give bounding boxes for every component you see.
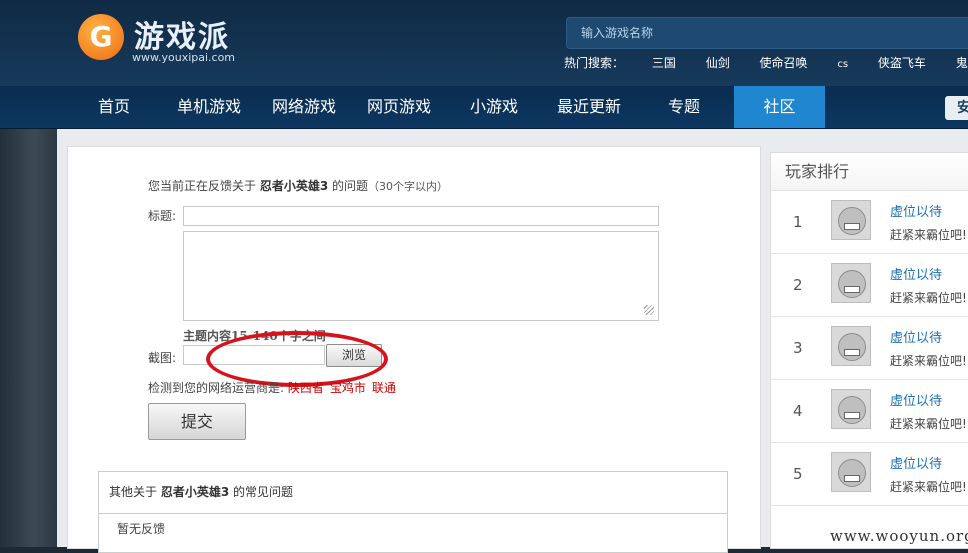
rank-player-link[interactable]: 虚位以待	[890, 201, 942, 220]
isp-city: 宝鸡市	[329, 381, 366, 395]
hot-search-link[interactable]: 侠盗飞车	[878, 56, 926, 70]
rank-desc: 赶紧来霸位吧!	[890, 417, 967, 431]
resize-grip-icon[interactable]	[644, 305, 654, 315]
intro-prefix: 您当前正在反馈关于	[148, 179, 257, 193]
faq-suffix: 的常见问题	[233, 485, 294, 499]
rank-desc: 赶紧来霸位吧!	[890, 228, 967, 242]
faq-empty-text: 暂无反馈	[117, 522, 166, 536]
avatar[interactable]	[831, 200, 871, 240]
faq-box: 其他关于 忍者小英雄3 的常见问题 暂无反馈	[98, 471, 728, 553]
isp-carrier: 联通	[371, 381, 396, 395]
intro-suffix: 的问题	[332, 179, 369, 193]
isp-label: 检测到您的网络运营商是:	[148, 381, 285, 395]
page-background-left	[0, 129, 57, 547]
nav-right-button[interactable]: 安	[945, 96, 968, 120]
submit-button[interactable]: 提交	[148, 403, 246, 440]
game-name: 忍者小英雄3	[259, 179, 329, 193]
feedback-intro: 您当前正在反馈关于 忍者小英雄3 的问题（30个字以内）	[148, 177, 448, 194]
nav-single-games[interactable]: 单机游戏	[168, 86, 250, 128]
isp-province: 陕西省	[287, 381, 324, 395]
logo-icon[interactable]	[78, 14, 124, 60]
rank-player-link[interactable]: 虚位以待	[890, 264, 942, 283]
intro-limit: （30个字以内）	[368, 180, 449, 193]
hot-search: 热门搜索： 三国 仙剑 使命召唤 cs 侠盗飞车 鬼泣	[564, 54, 968, 71]
rank-player-link[interactable]: 虚位以待	[890, 453, 942, 472]
rank-number: 5	[793, 465, 803, 483]
nav-mini-games[interactable]: 小游戏	[458, 86, 530, 128]
watermark: www.wooyun.org	[830, 527, 968, 545]
main-nav: 首页 单机游戏 网络游戏 网页游戏 小游戏 最近更新 专题 社区	[0, 86, 968, 129]
hot-search-link[interactable]: 仙剑	[706, 56, 730, 70]
rank-row: 5 虚位以待 赶紧来霸位吧!	[771, 443, 968, 506]
hot-search-link[interactable]: 使命召唤	[760, 56, 808, 70]
rank-player-link[interactable]: 虚位以待	[890, 390, 942, 409]
nav-web-games[interactable]: 网页游戏	[358, 86, 440, 128]
avatar[interactable]	[831, 326, 871, 366]
rank-row: 3 虚位以待 赶紧来霸位吧!	[771, 317, 968, 380]
hot-search-link[interactable]: 三国	[652, 56, 676, 70]
nav-online-games[interactable]: 网络游戏	[262, 86, 346, 128]
isp-info: 检测到您的网络运营商是: 陕西省 宝鸡市 联通	[148, 379, 402, 396]
search-box	[566, 17, 968, 49]
logo-name[interactable]: 游戏派	[134, 12, 230, 56]
logo-url: www.youxipai.com	[132, 51, 236, 64]
rank-number: 4	[793, 402, 803, 420]
faq-game-name: 忍者小英雄3	[160, 485, 230, 499]
faq-header: 其他关于 忍者小英雄3 的常见问题	[99, 472, 727, 514]
hot-search-link[interactable]: 鬼泣	[956, 56, 968, 70]
site-header: 游戏派 www.youxipai.com 热门搜索： 三国 仙剑 使命召唤 cs…	[0, 0, 968, 86]
ranking-title: 玩家排行	[771, 153, 968, 191]
nav-recent-updates[interactable]: 最近更新	[546, 86, 632, 128]
avatar[interactable]	[831, 263, 871, 303]
avatar[interactable]	[831, 389, 871, 429]
hot-search-link[interactable]: cs	[837, 59, 848, 70]
rank-player-link[interactable]: 虚位以待	[890, 327, 942, 346]
rank-number: 3	[793, 339, 803, 357]
hot-search-label: 热门搜索：	[564, 56, 625, 70]
nav-community[interactable]: 社区	[734, 86, 825, 128]
rank-row: 1 虚位以待 赶紧来霸位吧!	[771, 191, 968, 254]
rank-desc: 赶紧来霸位吧!	[890, 480, 967, 494]
nav-home[interactable]: 首页	[78, 86, 150, 128]
rank-desc: 赶紧来霸位吧!	[890, 354, 967, 368]
content-textarea[interactable]	[183, 231, 659, 321]
faq-prefix: 其他关于	[109, 485, 158, 499]
rank-number: 2	[793, 276, 803, 294]
nav-topics[interactable]: 专题	[648, 86, 720, 128]
rank-row: 2 虚位以待 赶紧来霸位吧!	[771, 254, 968, 317]
feedback-panel: 您当前正在反馈关于 忍者小英雄3 的问题（30个字以内） 标题: 主题内容15-…	[67, 146, 761, 553]
rank-number: 1	[793, 213, 803, 231]
title-input[interactable]	[183, 206, 659, 226]
player-ranking-panel: 玩家排行 1 虚位以待 赶紧来霸位吧! 2 虚位以待 赶紧来霸位吧! 3 虚位以…	[770, 152, 968, 549]
rank-desc: 赶紧来霸位吧!	[890, 291, 967, 305]
screenshot-label: 截图:	[148, 351, 177, 365]
search-input[interactable]	[567, 18, 961, 48]
avatar[interactable]	[831, 452, 871, 492]
rank-row: 4 虚位以待 赶紧来霸位吧!	[771, 380, 968, 443]
title-label: 标题:	[148, 209, 177, 223]
